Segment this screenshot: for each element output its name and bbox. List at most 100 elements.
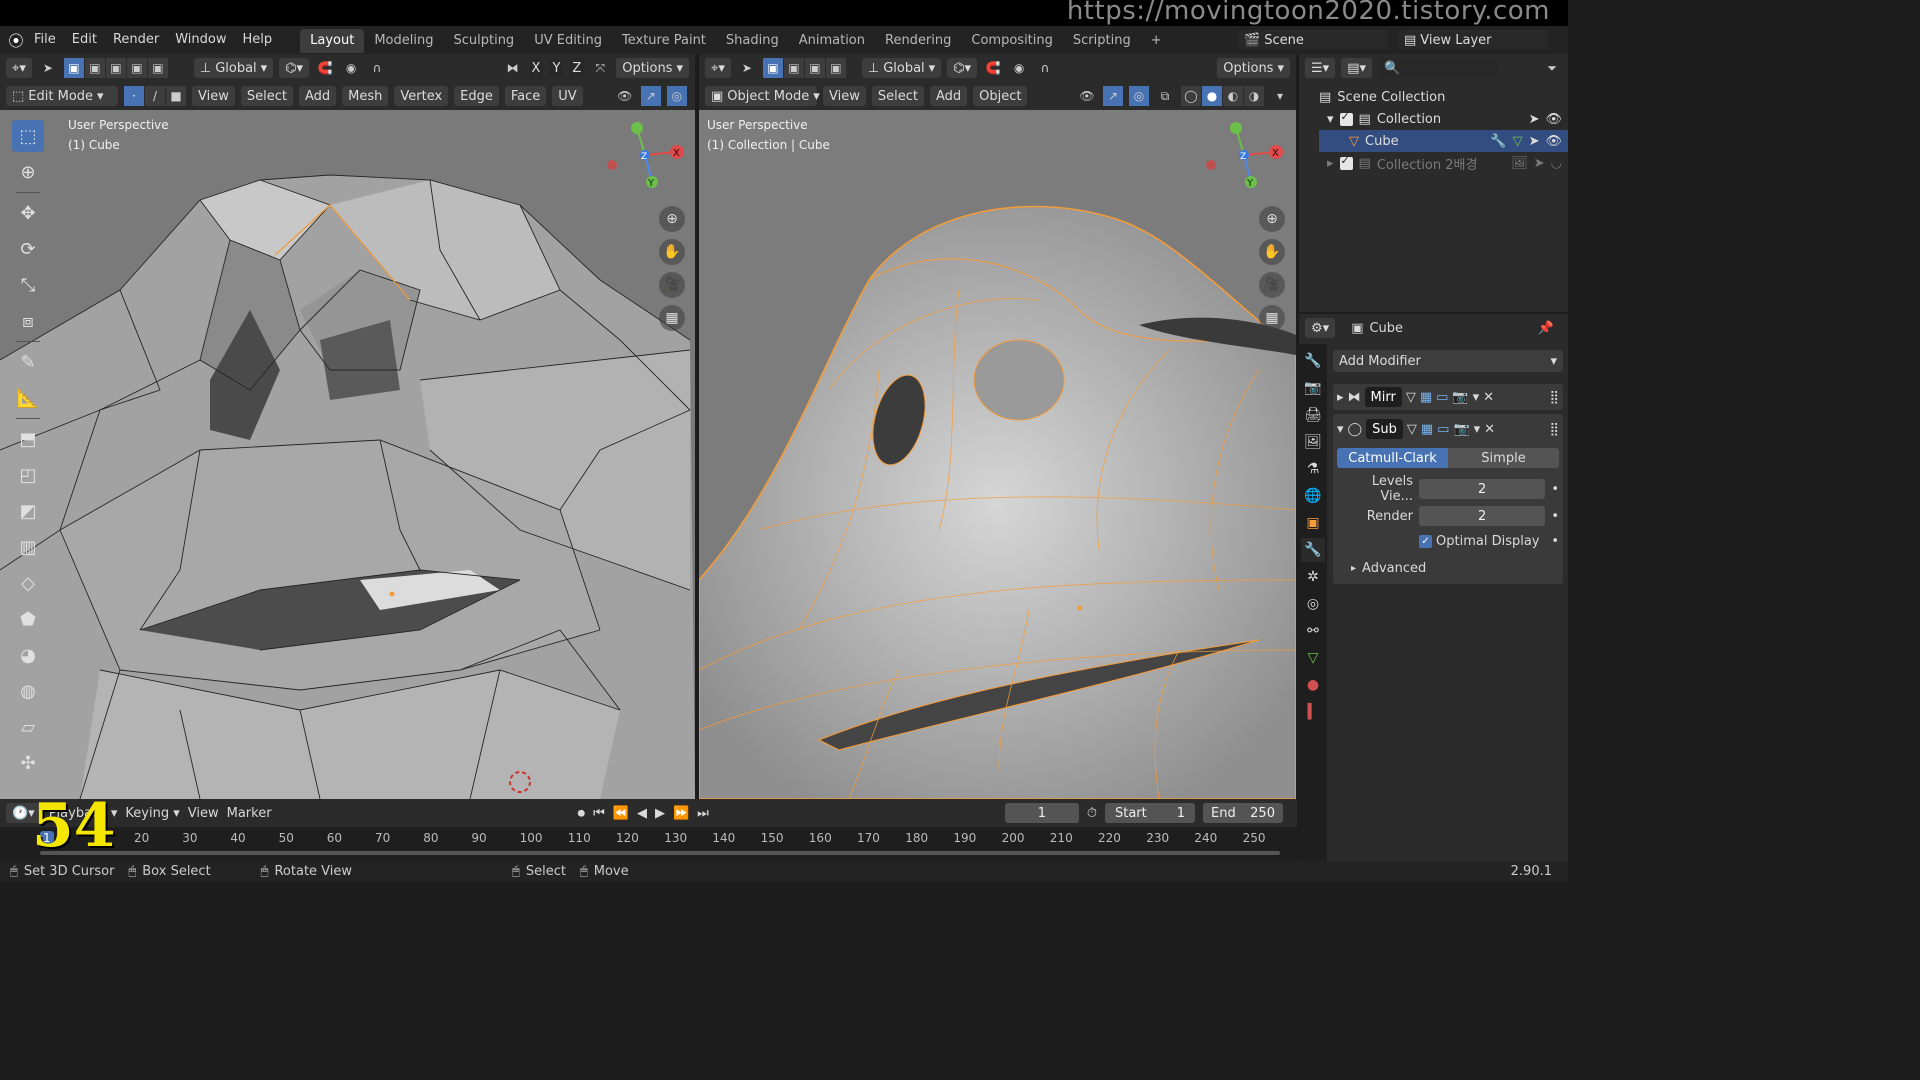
overlay-toggle-icon[interactable]: ◎ xyxy=(666,86,687,106)
move-tool-icon[interactable]: ✥ xyxy=(12,197,44,229)
left-3d-viewport[interactable]: ⌖▾ ➤ ▣ ▣ ▣ ▣ ▣ ⊥ Global ▾ ⌬▾ 🧲 ◉ ∩ ⧓ X Y… xyxy=(0,54,695,799)
pivot-dropdown[interactable]: ⌬▾ xyxy=(947,58,978,78)
keying-menu[interactable]: Keying ▾ xyxy=(125,806,179,821)
collapse-arrow-icon[interactable]: ▾ xyxy=(1327,112,1334,127)
constraints-tab-icon[interactable]: ⚯ xyxy=(1301,619,1325,643)
visibility-icon[interactable]: 👁 xyxy=(615,86,635,106)
data-tab-icon[interactable]: ▽ xyxy=(1301,646,1325,670)
physics-tab-icon[interactable]: ◎ xyxy=(1301,592,1325,616)
end-frame-field[interactable]: End 250 xyxy=(1202,803,1283,823)
shear-tool-icon[interactable]: ▱ xyxy=(12,711,44,743)
eye-icon[interactable]: 👁 xyxy=(1545,112,1562,127)
tab-modeling[interactable]: Modeling xyxy=(364,29,443,53)
select-subtract-icon[interactable]: ▣ xyxy=(105,58,126,78)
tab-animation[interactable]: Animation xyxy=(789,29,875,53)
render-toggle-icon[interactable]: 📷 xyxy=(1452,390,1468,405)
mode-dropdown[interactable]: ⬚ Edit Mode ▾ xyxy=(6,86,118,106)
timeline-view-menu[interactable]: View xyxy=(188,806,219,821)
auto-merge-icon[interactable]: ⤧ xyxy=(590,58,610,78)
gizmo-toggle-icon[interactable]: ↗ xyxy=(1103,86,1123,106)
add-modifier-dropdown[interactable]: Add Modifier ▾ xyxy=(1333,350,1563,372)
texture-tab-icon[interactable]: ▍ xyxy=(1301,700,1325,724)
select-extend-icon[interactable]: ▣ xyxy=(84,58,105,78)
tab-compositing[interactable]: Compositing xyxy=(961,29,1063,53)
on-cage-toggle-icon[interactable]: ▦ xyxy=(1420,390,1432,405)
navigation-gizmo[interactable]: X Y Z xyxy=(1199,120,1289,190)
select-invert-icon[interactable]: ▣ xyxy=(825,58,846,78)
right-viewport-canvas[interactable]: User Perspective (1) Collection | Cube X… xyxy=(699,110,1296,799)
jump-start-icon[interactable]: ⏮ xyxy=(593,806,605,821)
keyframe-dot-icon[interactable]: • xyxy=(1551,482,1559,497)
select-arrow-icon[interactable]: ➤ xyxy=(1534,156,1545,171)
levels-viewport-field[interactable]: 2 xyxy=(1419,479,1546,499)
select-arrow-icon[interactable]: ➤ xyxy=(1529,134,1540,149)
menu-help[interactable]: Help xyxy=(235,26,281,54)
stopwatch-icon[interactable]: ⏱ xyxy=(1087,806,1097,821)
rotate-tool-icon[interactable]: ⟳ xyxy=(12,233,44,265)
knife-tool-icon[interactable]: ◇ xyxy=(12,567,44,599)
simple-option[interactable]: Simple xyxy=(1448,448,1559,468)
edge-select-icon[interactable]: / xyxy=(145,86,165,106)
menu-add[interactable]: Add xyxy=(298,86,337,106)
modifier-menu-icon[interactable]: ▾ xyxy=(1474,422,1481,437)
proportional-icon[interactable]: ◉ xyxy=(341,58,361,78)
rip-tool-icon[interactable]: ✣ xyxy=(12,747,44,779)
menu-select[interactable]: Select xyxy=(871,86,924,106)
menu-window[interactable]: Window xyxy=(167,26,234,54)
menu-file[interactable]: File xyxy=(26,26,64,54)
orientation-dropdown[interactable]: ⊥ Global ▾ xyxy=(193,58,274,78)
solid-shading-icon[interactable]: ● xyxy=(1202,86,1222,106)
add-workspace-icon[interactable]: + xyxy=(1141,29,1172,53)
edit-mode-toggle-icon[interactable]: ▽ xyxy=(1407,422,1417,437)
select-tool-icon[interactable]: ➤ xyxy=(737,58,757,78)
loop-cut-tool-icon[interactable]: ▥ xyxy=(12,531,44,563)
viewport-toggle-icon[interactable]: ▭ xyxy=(1436,390,1448,405)
properties-editor-type[interactable]: ⚙▾ xyxy=(1305,318,1336,338)
shading-options-icon[interactable]: ▾ xyxy=(1270,86,1290,106)
select-box-tool-icon[interactable]: ⬚ xyxy=(12,120,44,152)
menu-mesh[interactable]: Mesh xyxy=(342,86,389,106)
smooth-tool-icon[interactable]: ◍ xyxy=(12,675,44,707)
inset-tool-icon[interactable]: ◰ xyxy=(12,459,44,491)
visibility-icon[interactable]: 👁 xyxy=(1077,86,1097,106)
select-intersect-icon[interactable]: ▣ xyxy=(147,58,168,78)
tab-scripting[interactable]: Scripting xyxy=(1063,29,1141,53)
collection-2-checkbox[interactable] xyxy=(1339,154,1353,170)
menu-select[interactable]: Select xyxy=(240,86,293,106)
advanced-subpanel[interactable]: ▸ Advanced xyxy=(1337,561,1559,576)
falloff-icon[interactable]: ∩ xyxy=(1035,58,1055,78)
menu-render[interactable]: Render xyxy=(105,26,167,54)
menu-view[interactable]: View xyxy=(823,86,866,106)
start-frame-field[interactable]: Start 1 xyxy=(1104,803,1195,823)
options-dropdown[interactable]: Options ▾ xyxy=(616,58,689,78)
expand-arrow-icon[interactable]: ▸ xyxy=(1327,156,1334,171)
menu-uv[interactable]: UV xyxy=(552,86,583,106)
remove-modifier-icon[interactable]: ✕ xyxy=(1484,422,1495,437)
play-icon[interactable]: ▶ xyxy=(655,806,665,821)
select-invert-icon[interactable]: ▣ xyxy=(126,58,147,78)
particles-tab-icon[interactable]: ✲ xyxy=(1301,565,1325,589)
pivot-dropdown[interactable]: ⌬▾ xyxy=(279,58,310,78)
editor-type-button[interactable]: ⌖▾ xyxy=(705,58,731,78)
filter-icon[interactable]: ⏷ xyxy=(1542,58,1562,78)
menu-object[interactable]: Object xyxy=(973,86,1028,106)
render-levels-field[interactable]: 2 xyxy=(1419,506,1546,526)
right-3d-viewport[interactable]: ⌖▾ ➤ ▣ ▣ ▣ ▣ ⊥ Global ▾ ⌬▾ 🧲 ◉ ∩ Options… xyxy=(699,54,1296,799)
current-frame-field[interactable]: 1 xyxy=(1004,803,1079,823)
scale-tool-icon[interactable]: ⤡ xyxy=(12,269,44,301)
frame-ruler[interactable]: 1 20 30 40 50 60 70 80 90 100 110 120 130 140 150 160 17… xyxy=(0,827,1297,861)
catmull-clark-option[interactable]: Catmull-Clark xyxy=(1337,448,1448,468)
jump-end-icon[interactable]: ⏭ xyxy=(697,806,709,821)
keyframe-dot-icon[interactable]: • xyxy=(1551,509,1559,524)
select-new-icon[interactable]: ▣ xyxy=(63,58,84,78)
modifier-name-field[interactable]: Mirr xyxy=(1364,387,1402,407)
navigation-gizmo[interactable]: X Y Z xyxy=(600,120,690,190)
select-subtract-icon[interactable]: ▣ xyxy=(804,58,825,78)
axis-y-toggle[interactable]: Y xyxy=(549,58,564,78)
material-tab-icon[interactable]: ● xyxy=(1301,673,1325,697)
world-tab-icon[interactable]: 🌐 xyxy=(1301,484,1325,508)
render-tab-icon[interactable]: 📷 xyxy=(1301,376,1325,400)
modifier-tab-icon[interactable]: 🔧 xyxy=(1301,538,1325,562)
transform-tool-icon[interactable]: ⧈ xyxy=(12,305,44,337)
select-arrow-icon[interactable]: ➤ xyxy=(1529,112,1540,127)
